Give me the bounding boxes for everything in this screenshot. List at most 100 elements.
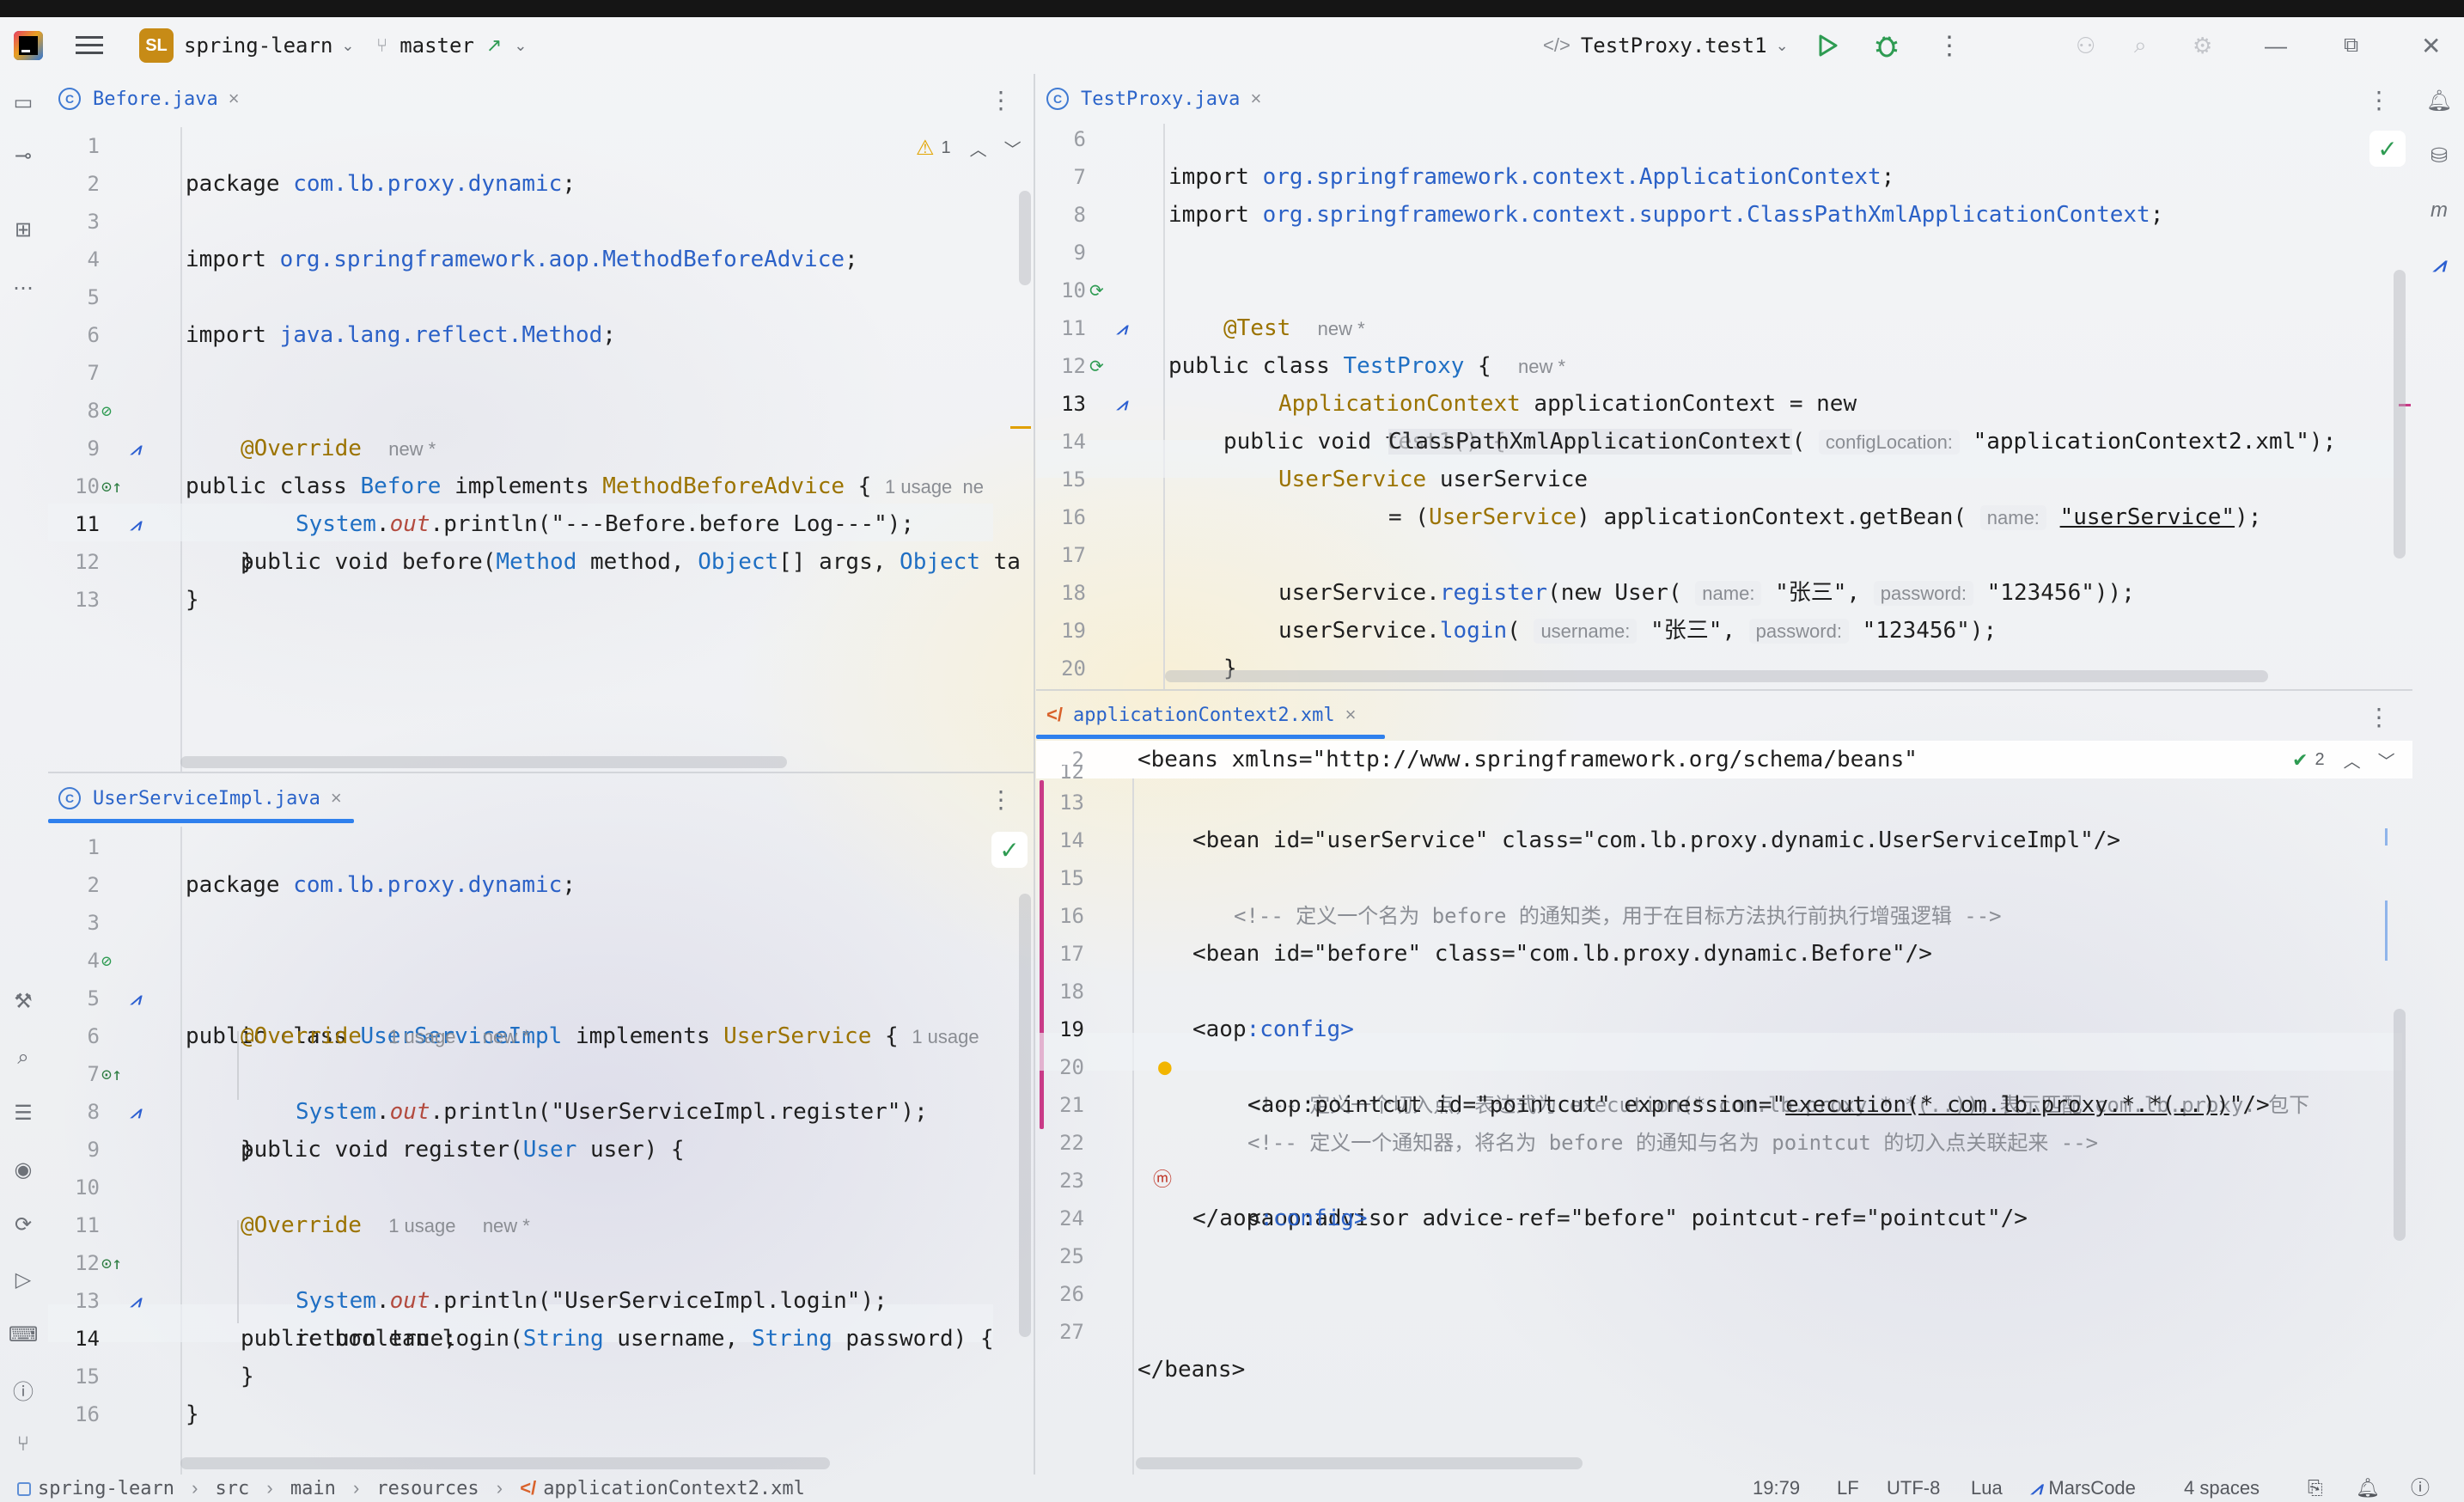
branch-name: master (399, 34, 474, 58)
pane-options-icon[interactable]: ⋮ (2366, 699, 2392, 734)
pane-options-icon[interactable]: ⋮ (988, 82, 1014, 117)
pane-options-icon[interactable]: ⋮ (988, 782, 1014, 816)
readonly-lock-icon[interactable]: ⎘ (2308, 1475, 2323, 1502)
close-tab-icon[interactable]: × (229, 88, 240, 110)
tab-bar: C Before.java × ⋮ (48, 74, 1034, 124)
horizontal-scrollbar[interactable] (1136, 1457, 1583, 1469)
vertical-scrollbar[interactable] (2394, 1009, 2406, 1241)
commit-icon[interactable]: ⊸ (9, 141, 38, 170)
marscode-status[interactable]: ⩘ MarsCode (2031, 1475, 2136, 1502)
editor-pane-testproxy: C TestProxy.java × ⋮ ✓ 6 import org.spri… (1036, 74, 2412, 689)
vertical-scrollbar[interactable] (1019, 191, 1031, 285)
minimize-window-icon[interactable]: — (2265, 17, 2287, 74)
code-line: 12 } (48, 543, 1034, 613)
version-control-icon[interactable]: ⑂ (9, 1430, 38, 1459)
bug-icon (1875, 36, 1898, 58)
breadcrumb-item[interactable]: main (290, 1478, 336, 1499)
code-line: 17 userService.register(new User( name: … (1036, 536, 2412, 606)
chevron-down-icon: ⌄ (514, 36, 528, 54)
file-language[interactable]: Lua (1971, 1475, 2003, 1502)
close-window-icon[interactable]: ✕ (2421, 17, 2441, 74)
line-number: 5 (87, 285, 100, 309)
file-encoding[interactable]: UTF-8 (1887, 1475, 1940, 1502)
restore-window-icon[interactable]: ⧉ (2344, 17, 2358, 74)
tab-testproxy-java[interactable]: C TestProxy.java × (1036, 74, 1273, 124)
run-panel-icon[interactable]: ▷ (9, 1265, 38, 1294)
code-line: 8 } (48, 1093, 1034, 1163)
problems-status-icon[interactable]: ⓘ (2411, 1475, 2430, 1502)
code-line: 15 } (48, 1358, 1034, 1427)
tab-bar: </ applicationContext2.xml × ⋮ (1036, 691, 2412, 739)
marscode-icon[interactable]: ⩘ (2424, 251, 2454, 280)
code-line: 1 package com.lb.proxy.dynamic; (48, 828, 1034, 898)
close-tab-icon[interactable]: × (1250, 88, 1261, 110)
problems-icon[interactable]: ⓘ (9, 1375, 38, 1404)
breadcrumb-item[interactable]: spring-learn (38, 1478, 174, 1499)
tab-before-java[interactable]: C Before.java × (48, 74, 252, 124)
debug-button[interactable] (1873, 17, 1900, 74)
breadcrumb-item[interactable]: src (216, 1478, 250, 1499)
code-line: 13 (48, 581, 1034, 619)
tab-userserviceimpl-java[interactable]: C UserServiceImpl.java × (48, 773, 354, 823)
line-number: 15 (75, 1365, 100, 1389)
notifications-bell-icon[interactable]: 🔔︎ (2424, 86, 2454, 115)
indent-setting[interactable]: 4 spaces (2184, 1475, 2260, 1502)
code-line: 5 import java.lang.reflect.Method; (48, 278, 1034, 348)
run-button[interactable] (1814, 17, 1840, 74)
chevron-right-icon: › (192, 1477, 198, 1499)
horizontal-scrollbar[interactable] (180, 756, 787, 768)
code-line: 2 (48, 165, 1034, 203)
ide-logo[interactable] (14, 17, 43, 74)
vertical-scrollbar[interactable] (2394, 270, 2406, 559)
close-tab-icon[interactable]: × (331, 787, 342, 809)
build-hammer-icon[interactable]: ⚒ (9, 986, 38, 1016)
breadcrumb-item[interactable]: resources (376, 1478, 479, 1499)
close-tab-icon[interactable]: × (1345, 704, 1357, 726)
project-selector[interactable]: SL spring-learn ⌄ (139, 17, 354, 74)
run-config-icon: </> (1543, 34, 1570, 56)
pane-options-icon[interactable]: ⋮ (2366, 82, 2392, 117)
code-line: 12 System.out.println("UserServiceImpl.l… (48, 1244, 1034, 1314)
main-menu-icon[interactable] (74, 17, 105, 74)
horizontal-scrollbar[interactable] (1165, 670, 2268, 682)
line-number: 20 (1061, 656, 1086, 681)
database-icon[interactable]: ⛁ (2424, 141, 2454, 170)
line-separator[interactable]: LF (1837, 1475, 1859, 1502)
tab-applicationcontext2-xml[interactable]: </ applicationContext2.xml × (1036, 691, 1386, 739)
maven-icon[interactable]: m (2424, 196, 2454, 225)
vertical-scrollbar[interactable] (1019, 894, 1031, 1337)
notifications-icon[interactable]: 🔔︎ (2356, 1475, 2380, 1502)
project-folder-icon[interactable]: ▭ (9, 88, 38, 117)
more-tools-icon[interactable]: ⋯ (9, 273, 38, 302)
run-icon (1819, 34, 1838, 57)
code-line: 18 userService.login( username: "张三", pa… (1036, 574, 2412, 644)
services-icon[interactable]: ☰ (9, 1098, 38, 1127)
warning-marker[interactable] (1010, 426, 1031, 429)
line-number: 20 (1059, 1055, 1084, 1079)
code-line: 7 ⊘ ⩘ public class Before implements Met… (48, 354, 1034, 499)
more-actions-icon[interactable]: ⋮ (1936, 17, 1962, 74)
settings-gear-icon[interactable]: ⚙ (2193, 17, 2212, 74)
caret-position[interactable]: 19:79 (1753, 1475, 1800, 1502)
code-line: 19 ● <!-- 定义一个切入点，表达式为 execution(* com.l… (1036, 1010, 2412, 1117)
code-line: 13 return true; (48, 1282, 1034, 1352)
run-config-selector[interactable]: </> TestProxy.test1 ⌄ (1543, 17, 1789, 74)
vertical-splitter[interactable] (1034, 74, 1035, 1475)
code-line: 2 (48, 866, 1034, 904)
breadcrumb-item[interactable]: applicationContext2.xml (543, 1478, 805, 1499)
left-tool-strip: ▭ ⊸ ⊞ ⋯ ⚒ ⌕ ☰ ◉ ⟳ ▷ ⌨ ⓘ ⑂ (0, 74, 46, 1475)
search-icon[interactable]: ⌕ (2134, 17, 2147, 74)
structure-icon[interactable]: ⊞ (9, 215, 38, 244)
code-line: 11 } (48, 505, 1034, 575)
line-number: 14 (1061, 430, 1086, 454)
line-number: 6 (1073, 127, 1086, 151)
add-user-icon[interactable]: ⚇ (2076, 17, 2095, 74)
find-icon[interactable]: ⌕ (9, 1043, 38, 1072)
terminal-icon[interactable]: ⌨ (9, 1320, 39, 1349)
branch-selector[interactable]: ⑂ master ↗ ⌄ (376, 17, 527, 74)
code-line: 6 import org.springframework.context.App… (1036, 120, 2412, 190)
watch-eye-icon[interactable]: ◉ (9, 1155, 38, 1184)
horizontal-scrollbar[interactable] (180, 1457, 830, 1469)
debug-icon[interactable]: ⟳ (9, 1210, 38, 1239)
line-number: 4 (87, 949, 100, 973)
